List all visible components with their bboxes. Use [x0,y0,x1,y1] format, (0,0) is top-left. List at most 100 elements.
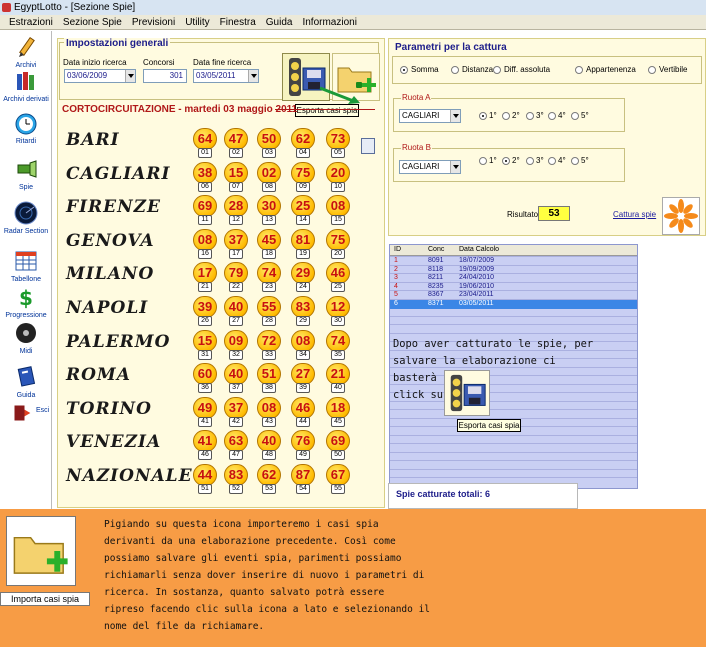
menu-finestra[interactable]: Finestra [215,17,261,28]
sidebar-item-spie[interactable]: Spie [0,157,52,191]
menu-sezione-spie[interactable]: Sezione Spie [58,17,127,28]
ruota-b-position-label: 1° [489,156,497,165]
sidebar-item-label: Spie [18,184,33,191]
ruota-b-select[interactable]: CAGLIARI [399,160,461,174]
menu-guida[interactable]: Guida [261,17,298,28]
sidebar-item-archivi-derivati[interactable]: Archivi derivati [0,69,52,103]
table-row[interactable]: 6 8371 03/05/2011 [390,299,637,309]
ruota-b-position-radio[interactable] [548,157,556,165]
ruota-a-position-label: 2° [512,111,520,120]
position-index: 18 [262,248,276,259]
menu-utility[interactable]: Utility [180,17,214,28]
mode-radio[interactable] [451,66,459,74]
grid-line [390,324,637,325]
table-cell: 8211 [428,274,444,281]
ruota-a-position-radio[interactable] [502,112,510,120]
ruota-a-position-radio[interactable] [571,112,579,120]
number-bulb: 60 36 [192,363,218,394]
extracted-number: 50 [261,131,277,146]
extracted-number: 62 [261,467,277,482]
mode-radio[interactable] [648,66,656,74]
chevron-down-icon[interactable] [248,70,258,82]
extracted-number: 17 [197,265,213,281]
disc-icon [16,323,36,343]
position-index: 42 [229,416,243,427]
position-index: 06 [198,181,212,192]
extracted-number: 74 [261,265,277,281]
position-index: 49 [296,450,310,461]
position-index: 26 [198,316,212,326]
sidebar-item-ritardi[interactable]: Ritardi [0,111,52,145]
start-date-field[interactable]: 03/06/2009 [64,69,136,83]
ruota-a-position-radio[interactable] [548,112,556,120]
copy-icon[interactable] [361,138,375,154]
cortocircuitazione-header: CORTOCIRCUITAZIONE - martedi 03 maggio 2… [62,104,298,115]
sidebar-item-guida[interactable]: Guida [0,365,52,399]
ruota-name: FIRENZE [66,197,162,218]
number-bulb: 37 42 [223,396,249,427]
exit-icon [14,405,31,421]
extracted-number: 46 [295,399,311,415]
menu-informazioni[interactable]: Informazioni [297,17,361,28]
import-casi-spia-example [6,516,76,586]
grid-line [390,434,637,436]
info-line: click su [393,389,444,401]
extracted-number: 29 [295,265,311,281]
cattura-spie-button[interactable] [662,197,700,235]
extracted-number: 51 [261,366,277,382]
cattura-spie-link[interactable]: Cattura spie [613,210,656,219]
sidebar-item-label: Esci [36,407,50,414]
extracted-number: 18 [330,399,346,415]
number-bulb: 38 06 [192,161,218,192]
extracted-number: 76 [295,433,311,449]
bottom-text: Pigiando su questa icona importeremo i c… [104,516,440,635]
sidebar-item-archivi[interactable]: Archivi [0,35,52,69]
menu-previsioni[interactable]: Previsioni [127,17,180,28]
ruota-name: GENOVA [66,230,155,251]
sidebar-item-progressione[interactable]: $ Progressione [0,285,52,319]
mode-radio[interactable] [493,66,501,74]
table-cell: 1 [394,257,398,264]
sidebar-item-radar-section[interactable]: Radar Section [0,201,52,235]
ruota-b-position-radio[interactable] [571,157,579,165]
extracted-number: 83 [228,467,244,482]
chevron-down-icon[interactable] [125,70,135,82]
ruota-b-position-radio[interactable] [502,157,510,165]
position-index: 34 [296,349,310,360]
position-index: 11 [198,215,212,226]
position-index: 51 [198,484,212,494]
spie-total-label: Spie catturate totali: 6 [396,489,491,499]
mode-radio[interactable] [400,66,408,74]
number-bulb: 02 08 [256,161,282,192]
arrow-pointer-icon [319,86,360,104]
menu-estrazioni[interactable]: Estrazioni [4,17,58,28]
extracted-number: 30 [261,198,277,214]
number-bulb: 41 46 [192,430,218,461]
table-cell: 8118 [428,265,444,273]
extracted-number: 75 [330,231,346,247]
table-cell: 24/04/2010 [459,274,495,281]
number-bulb: 72 33 [256,329,282,360]
ruota-a-position-radio[interactable] [526,112,534,120]
divider [275,109,375,110]
sidebar-item-label: Tabellone [11,276,41,283]
number-bulb: 40 27 [223,296,249,326]
position-index: 01 [198,148,212,158]
sidebar-item-label: Archivi [15,62,37,69]
sidebar-item-tabellone[interactable]: Tabellone [0,249,52,283]
position-index: 17 [229,248,243,259]
sidebar-item-midi[interactable]: Midi [0,321,52,355]
concorsi-field[interactable]: 301 [143,69,187,83]
window-titlebar: EgyptLotto - [Sezione Spie] [0,0,706,15]
number-bulb: 45 18 [256,228,282,259]
number-bulb: 87 54 [290,464,316,494]
end-date-field[interactable]: 03/05/2011 [193,69,259,83]
ruota-a-select[interactable]: CAGLIARI [399,109,461,123]
ruota-a-position-radio[interactable] [479,112,487,120]
chevron-down-icon[interactable] [450,161,460,173]
chevron-down-icon[interactable] [450,110,460,122]
mode-radio[interactable] [575,66,583,74]
ruota-b-position-radio[interactable] [526,157,534,165]
ruota-b-position-radio[interactable] [479,157,487,165]
position-index: 02 [229,148,243,158]
